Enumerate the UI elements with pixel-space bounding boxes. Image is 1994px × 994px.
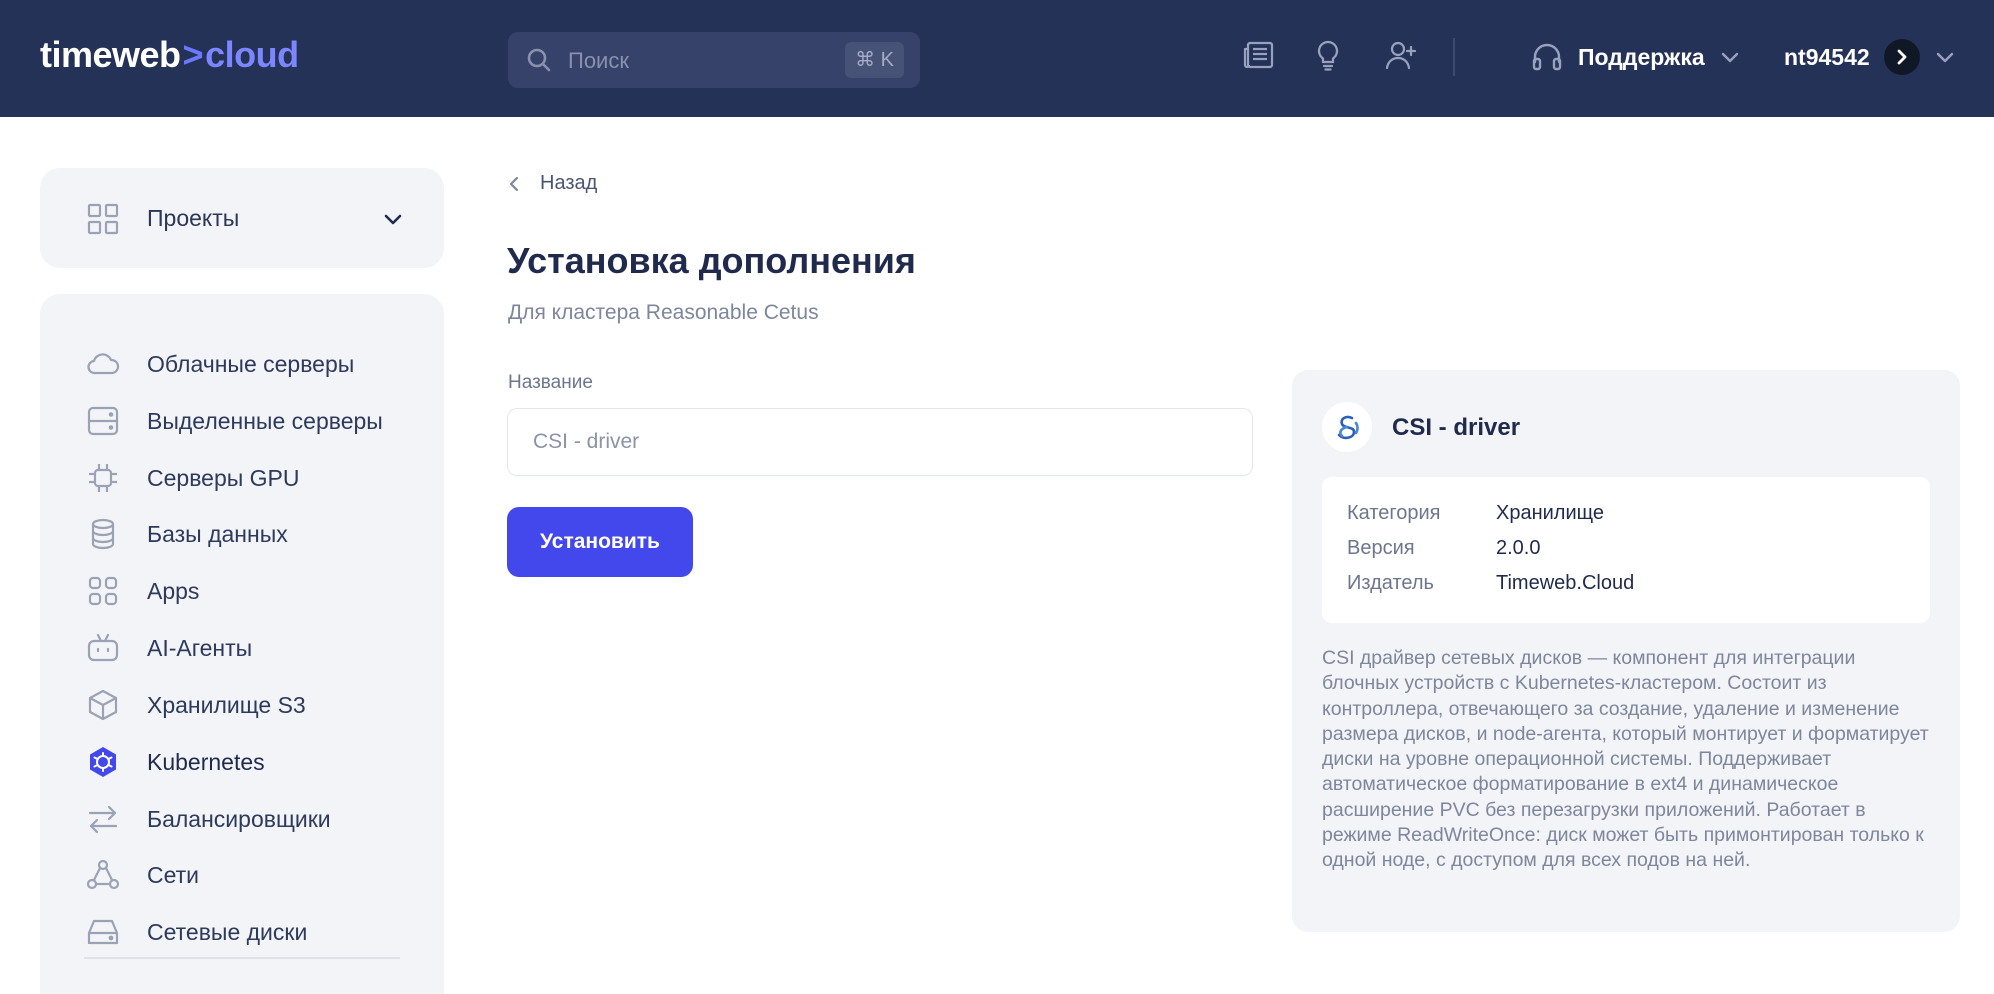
box-icon (88, 689, 118, 721)
sidebar-item-label: Сети (147, 861, 200, 888)
search-icon (527, 48, 551, 72)
header-divider (1453, 38, 1455, 76)
support-menu[interactable]: Поддержка (1530, 38, 1741, 76)
addon-logo (1322, 402, 1372, 452)
property-key: Категория (1347, 502, 1441, 524)
support-label: Поддержка (1578, 43, 1705, 70)
logo-part-2: cloud (205, 34, 299, 75)
chevron-left-icon (509, 176, 519, 191)
addon-description: CSI драйвер сетевых дисков — компонент д… (1322, 647, 1929, 872)
logo-separator: > (182, 34, 204, 75)
sidebar-item-network-disks[interactable]: Сетевые диски (86, 912, 416, 952)
chevron-down-icon (384, 214, 402, 225)
search-placeholder: Поиск (568, 48, 629, 73)
timeweb-cloud-logo[interactable]: timeweb>cloud (40, 34, 299, 76)
search-shortcut-badge: ⌘ K (845, 42, 904, 78)
property-value: Хранилище (1496, 502, 1604, 524)
sidebar-item-label: Сетевые диски (147, 918, 308, 945)
top-header: timeweb>cloud Поиск ⌘ K Поддержка nt9454… (0, 0, 1994, 117)
sidebar-item-label: Kubernetes (147, 748, 265, 775)
chip-icon (89, 464, 117, 492)
server-icon (87, 406, 119, 436)
logo-part-1: timeweb (40, 34, 181, 75)
chevron-right-icon (1897, 49, 1907, 65)
add-user-icon[interactable] (1384, 38, 1418, 72)
name-field-label: Название (508, 372, 593, 393)
sidebar-item-ai-agents[interactable]: AI-Агенты (86, 628, 416, 668)
database-icon (91, 518, 115, 550)
back-link[interactable]: Назад (508, 172, 597, 195)
sidebar-item-s3-storage[interactable]: Хранилище S3 (86, 685, 416, 725)
sidebar-item-label: AI-Агенты (147, 634, 253, 661)
search-box[interactable]: Поиск ⌘ K (508, 32, 920, 88)
csi-driver-logo-icon (1337, 415, 1359, 440)
sidebar-item-label: Балансировщики (147, 805, 331, 832)
sidebar-item-label: Облачные серверы (147, 350, 355, 377)
page-title: Установка дополнения (507, 240, 916, 281)
sidebar-item-label: Хранилище S3 (147, 691, 306, 718)
sidebar-item-cloud-servers[interactable]: Облачные серверы (86, 344, 416, 384)
cloud-icon (87, 353, 120, 375)
sidebar-item-label: Базы данных (147, 520, 288, 547)
username: nt94542 (1784, 43, 1870, 70)
addon-properties: Категория Хранилище Версия 2.0.0 Издател… (1322, 477, 1930, 623)
network-icon (86, 859, 120, 890)
sidebar-item-balancers[interactable]: Балансировщики (86, 799, 416, 839)
install-button[interactable]: Установить (507, 507, 693, 577)
sidebar-item-networks[interactable]: Сети (86, 855, 416, 895)
back-label: Назад (540, 172, 598, 194)
sidebar-nav: Облачные серверы Выделенные серверы Серв… (40, 294, 444, 994)
sidebar-item-label: Выделенные серверы (147, 407, 383, 434)
addon-name: CSI - driver (1392, 414, 1521, 441)
chevron-down-icon (1721, 52, 1738, 63)
robot-icon (87, 633, 119, 662)
name-input[interactable] (507, 408, 1253, 476)
chevron-down-icon[interactable] (1934, 46, 1956, 68)
sidebar-item-label: Серверы GPU (147, 464, 300, 491)
sidebar-item-dedicated-servers[interactable]: Выделенные серверы (86, 401, 416, 441)
disk-icon (87, 919, 119, 945)
property-key: Версия (1347, 537, 1415, 559)
sidebar-item-kubernetes[interactable]: Kubernetes (86, 742, 416, 782)
addon-info-card: CSI - driver Категория Хранилище Версия … (1292, 370, 1960, 932)
apps-icon (88, 576, 118, 606)
sidebar-item-databases[interactable]: Базы данных (86, 514, 416, 554)
sidebar-divider (84, 957, 400, 959)
page-subtitle: Для кластера Reasonable Cetus (508, 301, 819, 324)
sidebar-item-label: Apps (147, 577, 200, 604)
lightbulb-icon[interactable] (1311, 38, 1345, 72)
news-icon[interactable] (1242, 38, 1276, 72)
sidebar-item-gpu-servers[interactable]: Серверы GPU (86, 458, 416, 498)
balancer-icon (88, 805, 118, 834)
user-menu[interactable]: nt94542 (1784, 36, 1956, 78)
property-value: 2.0.0 (1496, 537, 1541, 559)
property-value: Timeweb.Cloud (1496, 572, 1635, 594)
account-arrow-button[interactable] (1883, 39, 1920, 75)
projects-label: Проекты (147, 205, 240, 231)
property-key: Издатель (1347, 572, 1434, 594)
kubernetes-icon (90, 747, 116, 777)
projects-selector[interactable]: Проекты (40, 168, 444, 268)
sidebar-item-apps[interactable]: Apps (86, 571, 416, 611)
projects-grid-icon (87, 203, 119, 235)
headset-icon (1532, 43, 1562, 71)
